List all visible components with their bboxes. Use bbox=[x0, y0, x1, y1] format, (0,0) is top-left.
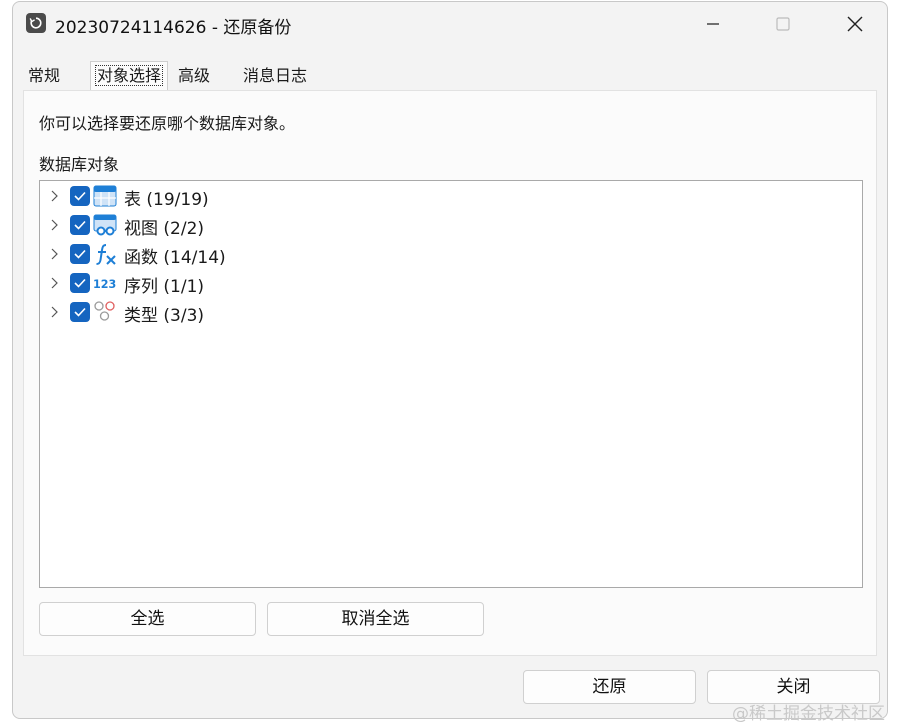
svg-text:123: 123 bbox=[93, 278, 116, 291]
sequence-icon: 123 bbox=[93, 278, 116, 291]
tree-item-sequences[interactable]: 123 序列 (1/1) bbox=[40, 269, 862, 297]
checkmark-icon bbox=[74, 191, 86, 201]
checkmark-icon bbox=[74, 249, 86, 259]
function-icon bbox=[96, 244, 116, 265]
tree-item-label: 序列 (1/1) bbox=[124, 277, 205, 297]
close-window-button[interactable] bbox=[825, 2, 885, 46]
tree-item-views[interactable]: 视图 (2/2) bbox=[40, 211, 862, 239]
tab-message-log[interactable]: 消息日志 bbox=[238, 62, 312, 90]
restore-icon bbox=[26, 13, 46, 33]
select-all-button[interactable]: 全选 bbox=[39, 602, 256, 636]
checkmark-icon bbox=[74, 307, 86, 317]
restore-backup-window: 20230724114626 - 还原备份 常规 对象选择 高级 消息日志 你可… bbox=[12, 1, 888, 719]
tab-label: 高级 bbox=[178, 66, 211, 85]
tree-item-types[interactable]: 类型 (3/3) bbox=[40, 298, 862, 326]
chevron-right-icon[interactable] bbox=[48, 189, 60, 203]
views-checkbox[interactable] bbox=[70, 215, 90, 235]
chevron-right-icon[interactable] bbox=[48, 305, 60, 319]
tab-object-selection[interactable]: 对象选择 bbox=[90, 61, 169, 91]
window-title: 20230724114626 - 还原备份 bbox=[55, 18, 292, 38]
object-selection-panel: 你可以选择要还原哪个数据库对象。 数据库对象 表 (19/19) 视图 (2/2… bbox=[23, 90, 877, 656]
minimize-button[interactable] bbox=[683, 2, 743, 46]
tab-label: 对象选择 bbox=[94, 65, 164, 86]
tab-advanced[interactable]: 高级 bbox=[173, 62, 215, 90]
maximize-icon bbox=[776, 17, 790, 31]
types-checkbox[interactable] bbox=[70, 302, 90, 322]
close-icon bbox=[847, 16, 863, 32]
database-objects-label: 数据库对象 bbox=[39, 155, 120, 174]
tab-label: 消息日志 bbox=[243, 66, 308, 85]
checkmark-icon bbox=[74, 278, 86, 288]
tab-label: 常规 bbox=[28, 66, 61, 85]
tree-item-tables[interactable]: 表 (19/19) bbox=[40, 182, 862, 210]
watermark: @稀土掘金技术社区 bbox=[732, 704, 885, 724]
tree-item-functions[interactable]: 函数 (14/14) bbox=[40, 240, 862, 268]
checkmark-icon bbox=[74, 220, 86, 230]
view-icon bbox=[93, 214, 117, 236]
tab-general[interactable]: 常规 bbox=[23, 62, 65, 90]
database-objects-tree[interactable]: 表 (19/19) 视图 (2/2) 函数 (14/14) 123 序列 (1/… bbox=[39, 180, 863, 588]
tree-item-label: 表 (19/19) bbox=[124, 190, 209, 210]
maximize-button[interactable] bbox=[753, 2, 813, 46]
table-icon bbox=[93, 185, 117, 207]
chevron-right-icon[interactable] bbox=[48, 276, 60, 290]
deselect-all-button[interactable]: 取消全选 bbox=[267, 602, 484, 636]
title-bar[interactable]: 20230724114626 - 还原备份 bbox=[13, 2, 887, 46]
functions-checkbox[interactable] bbox=[70, 244, 90, 264]
tree-item-label: 类型 (3/3) bbox=[124, 306, 205, 326]
chevron-right-icon[interactable] bbox=[48, 218, 60, 232]
type-icon bbox=[94, 301, 115, 321]
sequences-checkbox[interactable] bbox=[70, 273, 90, 293]
chevron-right-icon[interactable] bbox=[48, 247, 60, 261]
minimize-icon bbox=[707, 23, 719, 25]
tables-checkbox[interactable] bbox=[70, 186, 90, 206]
restore-button[interactable]: 还原 bbox=[523, 670, 696, 704]
panel-description: 你可以选择要还原哪个数据库对象。 bbox=[39, 114, 296, 133]
tree-item-label: 函数 (14/14) bbox=[124, 248, 226, 268]
tree-item-label: 视图 (2/2) bbox=[124, 219, 205, 239]
